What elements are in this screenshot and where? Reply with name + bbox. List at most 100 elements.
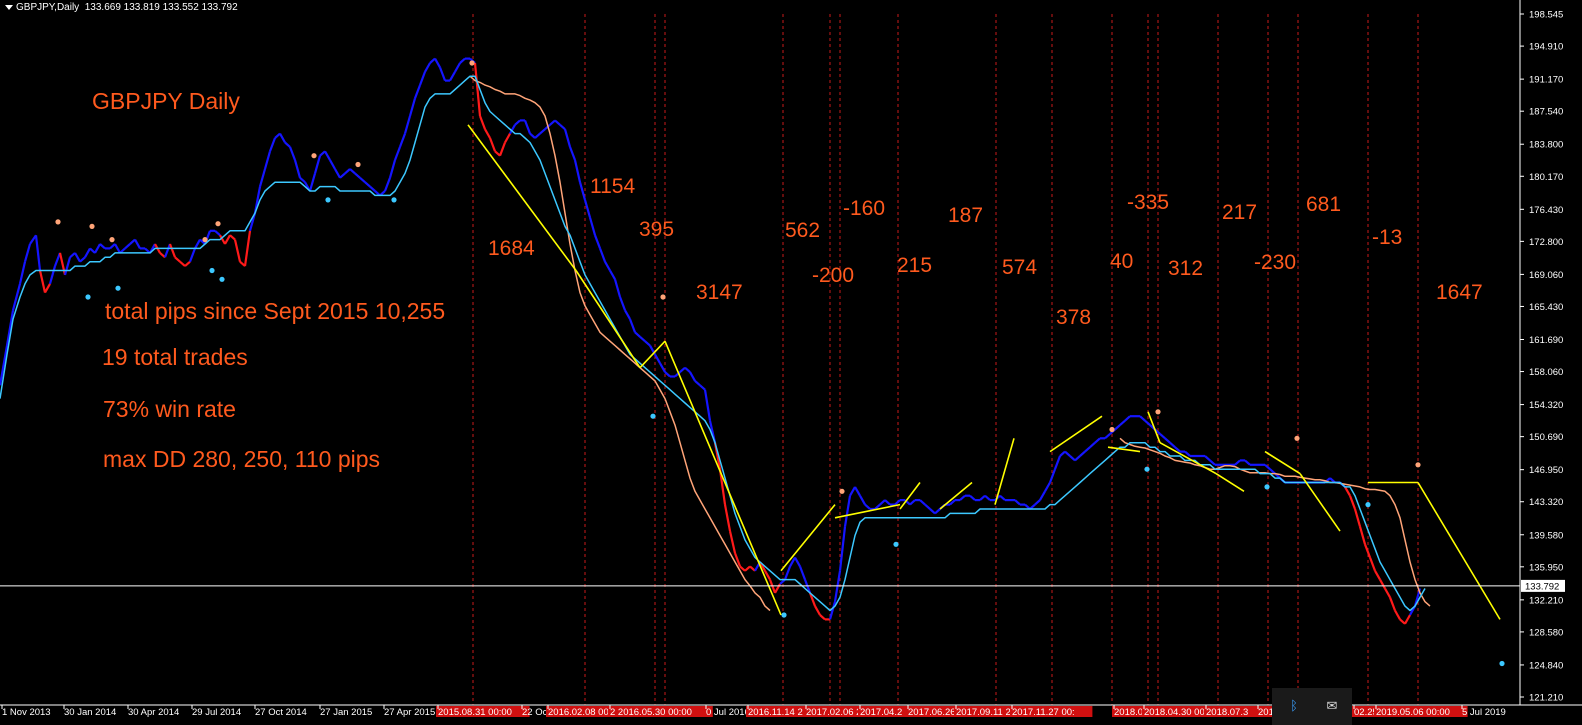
price-segment [364,181,371,188]
signal-dot-top [355,161,361,168]
price-segment [1089,441,1096,449]
signal-dot-top [55,219,61,225]
trend-line [1049,415,1103,453]
notification-icon[interactable]: ✉ [1324,698,1340,714]
price-segment [728,530,737,554]
price-segment [618,296,627,311]
price-segment [308,173,317,192]
price-segment [168,243,177,258]
signal-dot-bottom [391,197,397,203]
price-tick-label: 172.800 [1529,237,1563,248]
trade-label: 215 [897,254,933,277]
price-segment [459,57,466,64]
time-tick-label: 2019.05.06 00:00 [1376,707,1450,718]
price-segment [959,494,966,501]
signal-dot-top [660,294,666,300]
price-segment [299,176,306,184]
price-segment [1074,455,1081,462]
trend-line [664,340,782,616]
price-segment [188,248,197,263]
price-segment [1053,455,1062,470]
trade-label: 40 [1110,250,1134,273]
signal-dot-bottom [325,197,331,203]
price-segment [1204,455,1211,462]
price-segment [124,243,131,250]
price-segment [339,172,346,179]
price-segment [1114,424,1121,431]
price-segment [854,486,861,497]
ohlc-values: 133.669 133.819 133.552 133.792 [84,2,238,13]
price-segment [1209,459,1216,466]
price-segment [929,508,936,515]
time-tick-label: 1 Nov 2013 [2,707,51,718]
trade-label: -13 [1372,226,1403,249]
price-segment [819,614,826,621]
price-tick-label: 169.060 [1529,270,1563,281]
price-segment [723,504,732,532]
signal-dot-top [215,221,221,227]
price-tick-label: 191.170 [1529,75,1563,86]
price-segment [1404,614,1411,625]
trade-label: 312 [1168,257,1204,280]
price-tick-label: 161.690 [1529,335,1563,346]
price-segment [329,159,336,170]
trade-label: 378 [1056,306,1092,329]
price-segment [313,155,322,174]
price-segment [174,256,181,263]
price-segment [689,371,696,382]
price-tick-label: 135.950 [1529,562,1563,573]
time-tick-label: 2017.11.27 00: [1012,707,1075,718]
trade-label: -230 [1254,251,1297,274]
price-segment [324,150,331,161]
price-segment [529,132,536,139]
price-segment [999,494,1006,501]
price-segment [539,128,546,135]
current-price-label: 133.792 [1525,581,1559,592]
price-segment [449,71,456,82]
price-segment [334,168,341,179]
price-series [0,57,1431,625]
price-segment [94,243,101,254]
trade-label: 395 [639,218,675,241]
price-segment [1034,499,1041,506]
trend-line [899,482,921,510]
price-segment [79,256,86,263]
time-tick-label: 2015.08.31 00:00 [438,707,512,718]
trade-label: 562 [785,219,821,242]
price-segment [634,331,641,338]
trade-label: 1684 [488,237,535,260]
price-segment [583,199,592,218]
price-segment [214,229,221,237]
price-segment [134,239,141,249]
time-tick-label: 2 2016.05.30 00:00 [610,707,692,718]
bluetooth-icon[interactable]: ᛒ [1286,698,1302,714]
price-tick-label: 180.170 [1529,172,1563,183]
price-tick-label: 132.210 [1529,595,1563,606]
price-segment [969,494,976,501]
price-segment [593,234,602,249]
price-segment [393,146,402,161]
price-segment [624,309,631,320]
trade-label: 217 [1222,201,1258,224]
price-segment [563,128,572,148]
price-segment [263,151,272,170]
price-tick-label: 176.430 [1529,205,1563,216]
price-segment [424,62,431,73]
time-tick-label: 30 Apr 2014 [128,707,179,718]
price-segment [63,256,72,276]
price-segment [1379,579,1386,590]
price-segment [478,115,487,130]
price-segment [879,499,886,506]
price-segment [1234,459,1241,466]
price-segment [1119,419,1126,426]
price-segment [454,62,461,73]
time-tick-label: 2018.07.3 [1206,707,1248,718]
price-segment [514,119,521,126]
price-segment [383,177,392,192]
price-segment [659,362,666,373]
signal-dot-bottom [1144,466,1150,472]
price-segment [1358,526,1367,545]
price-segment [58,252,67,276]
chevron-down-icon[interactable] [5,4,13,10]
price-segment [613,279,622,298]
